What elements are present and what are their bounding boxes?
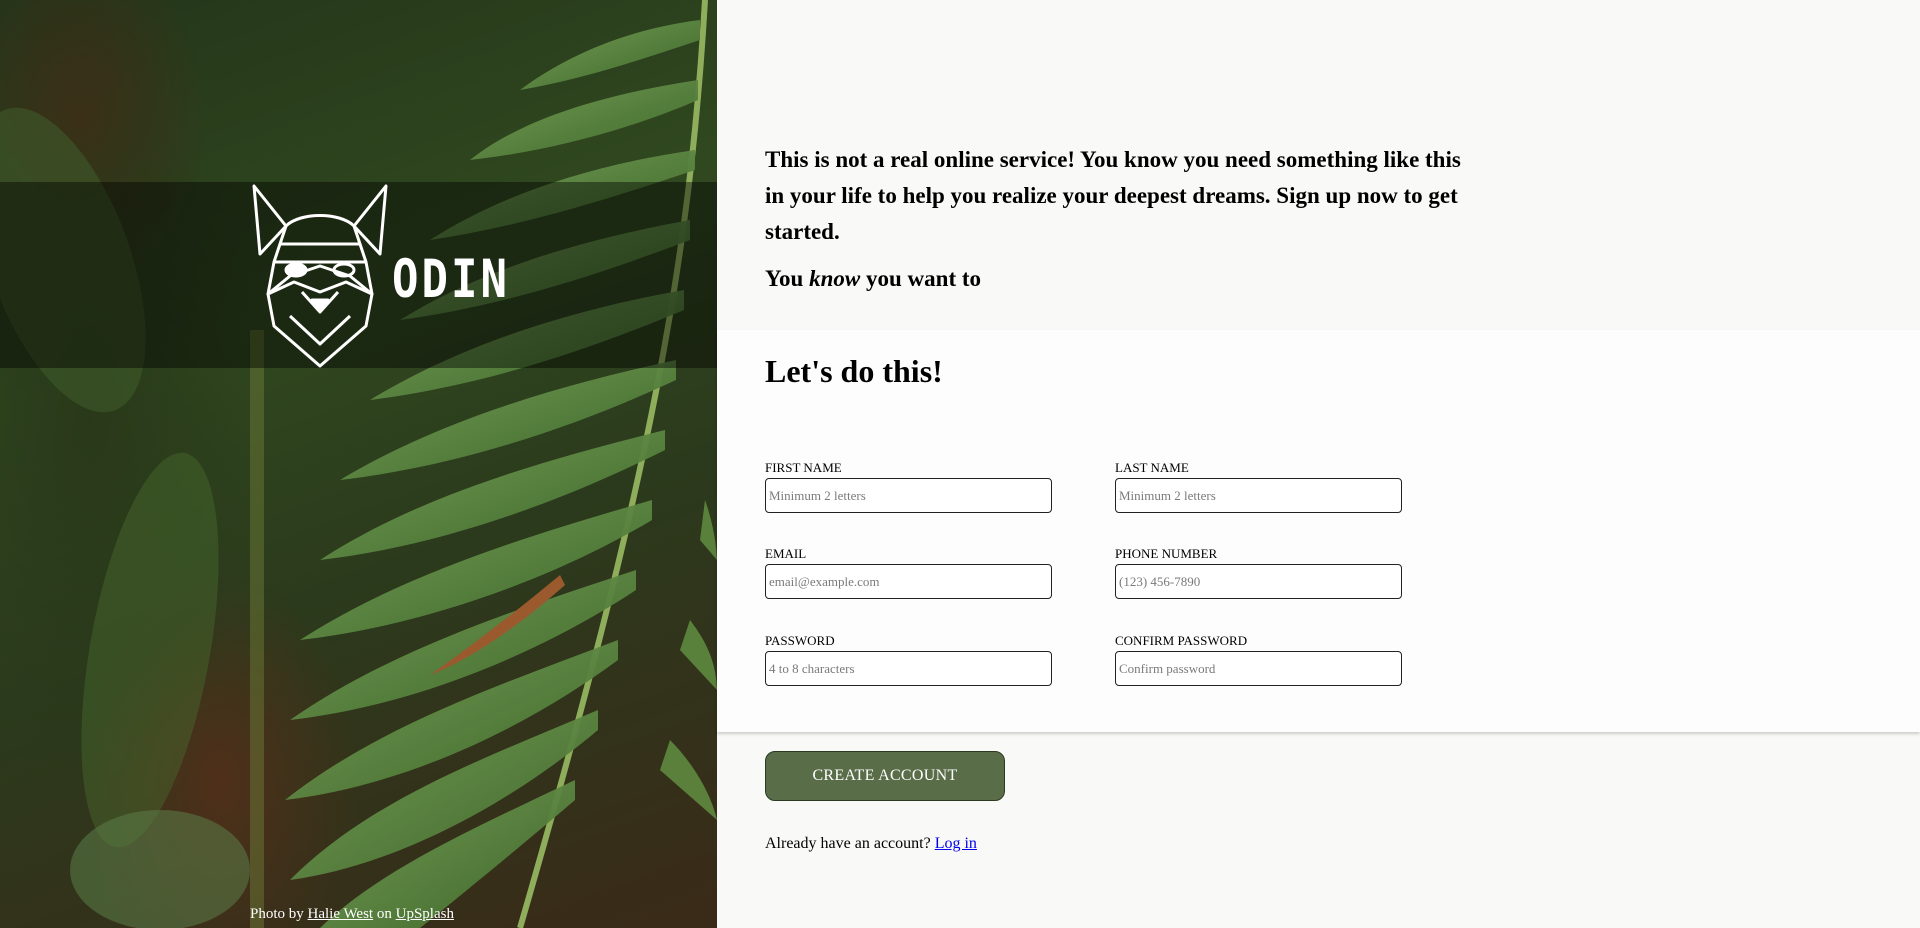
last-name-input[interactable] (1115, 478, 1402, 513)
logo-text: ODIN (392, 249, 510, 311)
login-link[interactable]: Log in (935, 835, 977, 852)
password-label: PASSWORD (765, 633, 835, 648)
confirm-password-label: CONFIRM PASSWORD (1115, 633, 1248, 648)
confirm-password-input[interactable] (1115, 651, 1402, 686)
email-input[interactable] (765, 564, 1052, 599)
fern-background-image (0, 0, 717, 928)
phone-label: PHONE NUMBER (1115, 546, 1218, 561)
tagline-before: You (765, 266, 804, 291)
hero-image-panel: ODIN Photo by Halie West on UpSplash (0, 0, 717, 928)
tagline-after: you want to (866, 266, 982, 291)
intro-tagline: You know you want to (765, 266, 1465, 292)
password-input[interactable] (765, 651, 1052, 686)
credit-prefix: Photo by (250, 906, 304, 922)
login-prompt: Already have an account? Log in (765, 835, 977, 853)
credit-author-link[interactable]: Halie West (308, 906, 374, 922)
email-field-group: EMAIL (765, 546, 1052, 599)
password-field-group: PASSWORD (765, 633, 1052, 686)
credit-source-link[interactable]: UpSplash (396, 906, 454, 922)
email-label: EMAIL (765, 546, 807, 561)
first-name-field-group: FIRST NAME (765, 460, 1052, 513)
form-title: Let's do this! (765, 353, 943, 389)
first-name-input[interactable] (765, 478, 1052, 513)
phone-field-group: PHONE NUMBER (1115, 546, 1402, 599)
create-account-button[interactable]: CREATE ACCOUNT (765, 751, 1005, 801)
confirm-password-field-group: CONFIRM PASSWORD (1115, 633, 1402, 686)
tagline-emphasis: know (809, 266, 861, 291)
first-name-label: FIRST NAME (765, 460, 842, 475)
login-prompt-text: Already have an account? (765, 835, 931, 852)
intro-section: This is not a real online service! You k… (765, 142, 1465, 292)
last-name-field-group: LAST NAME (1115, 460, 1402, 513)
last-name-label: LAST NAME (1115, 460, 1189, 475)
credit-middle: on (376, 906, 392, 922)
photo-credit: Photo by Halie West on UpSplash (250, 906, 454, 923)
intro-lead-text: This is not a real online service! You k… (765, 147, 1461, 244)
phone-input[interactable] (1115, 564, 1402, 599)
